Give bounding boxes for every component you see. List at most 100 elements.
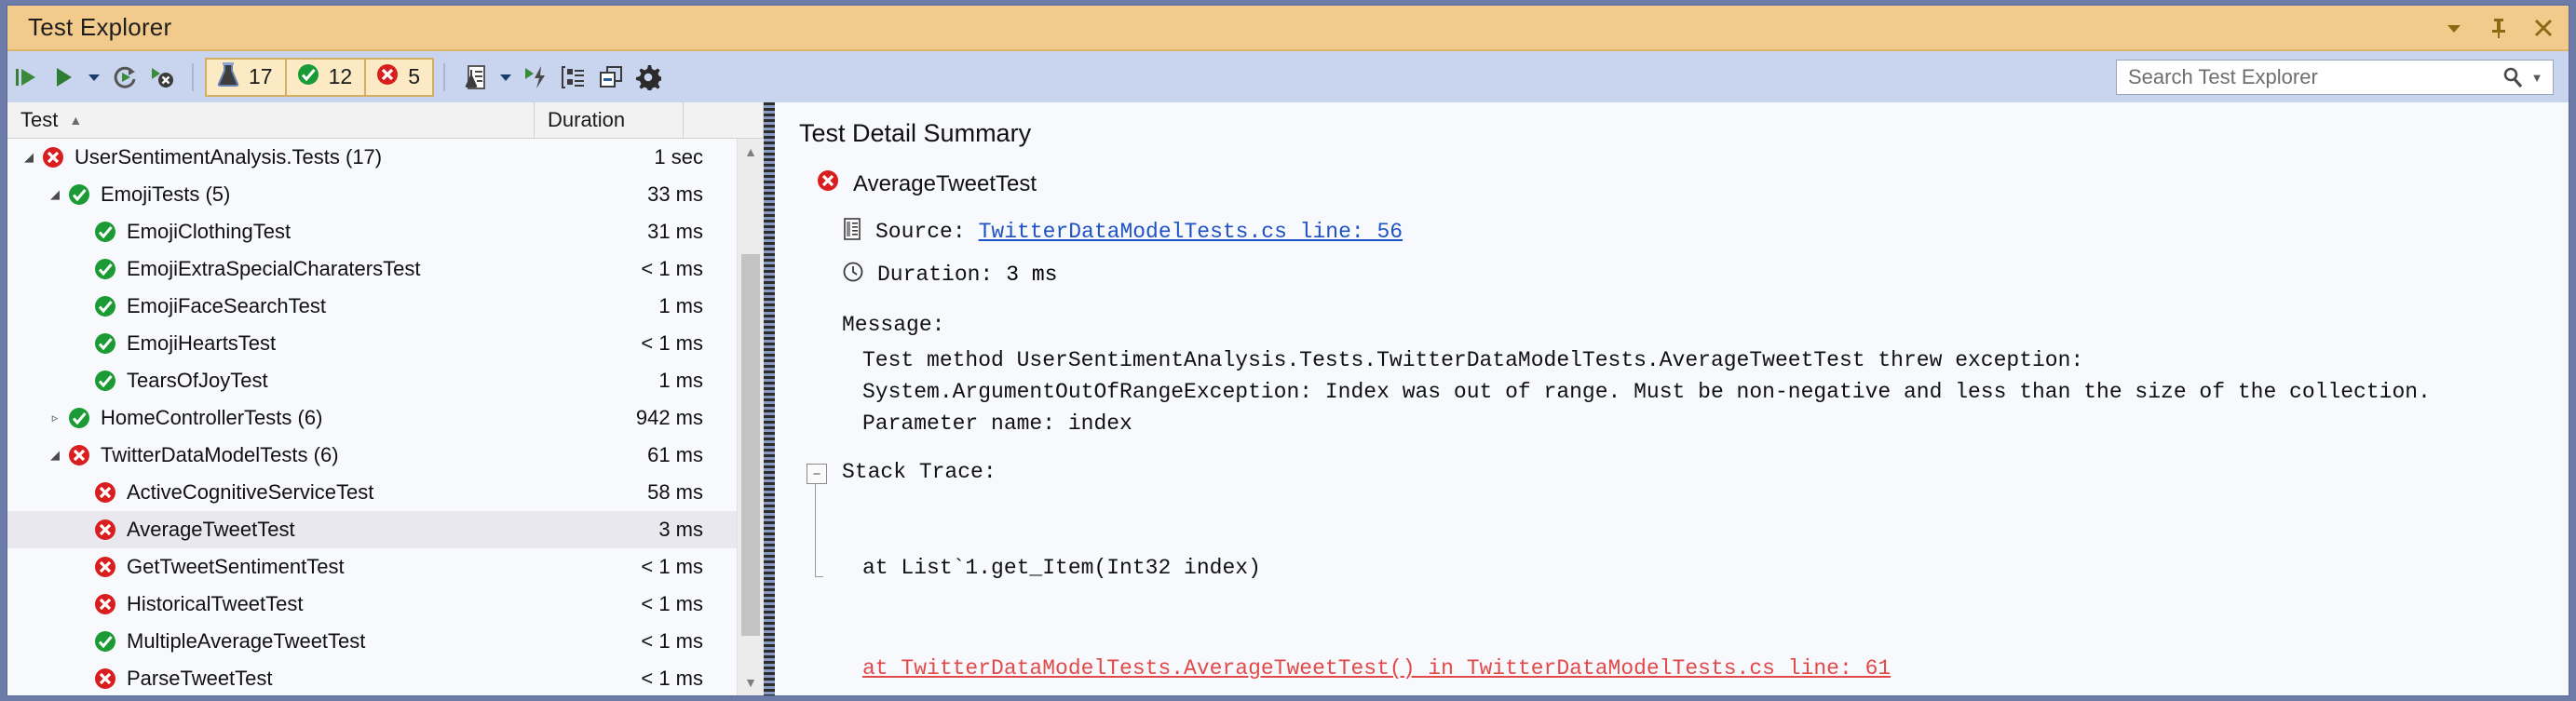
test-counters: 17 12 5 (205, 57, 434, 97)
run-dropdown-icon[interactable] (82, 59, 106, 96)
table-row[interactable]: AverageTweetTest 3 ms (7, 511, 737, 548)
table-row[interactable]: ActiveCognitiveServiceTest 58 ms (7, 474, 737, 511)
table-row[interactable]: ◢ TwitterDataModelTests (6) 61 ms (7, 437, 737, 474)
test-duration: < 1 ms (641, 331, 703, 355)
playlist-dropdown-icon[interactable] (494, 59, 518, 96)
test-tree[interactable]: ◢ UserSentimentAnalysis.Tests (17) 1 sec ◢ E… (7, 139, 737, 695)
test-rows-area: ◢ UserSentimentAnalysis.Tests (17) 1 sec ◢ E… (7, 139, 764, 695)
table-row[interactable]: HistoricalTweetTest < 1 ms (7, 586, 737, 623)
counter-failed[interactable]: 5 (364, 57, 434, 97)
collapsed-chevron-icon[interactable]: ▹ (45, 411, 65, 425)
search-icon[interactable] (2499, 66, 2527, 88)
test-name: AverageTweetTest (127, 518, 295, 541)
test-name: EmojiHeartsTest (127, 331, 277, 355)
test-list-pane: Test ▲ Duration ◢ UserSentimentAnalysis.T… (7, 102, 764, 695)
search-box[interactable]: ▼ (2116, 60, 2554, 95)
collapse-toggle-icon[interactable]: − (807, 464, 827, 484)
collapse-guide-foot (815, 576, 823, 577)
table-row[interactable]: EmojiClothingTest 31 ms (7, 213, 737, 250)
test-name: HistoricalTweetTest (127, 592, 304, 615)
detail-message-label: Message: (842, 313, 945, 337)
detail-stack-lines: at List`1.get_Item(Int32 index) at Twitt… (862, 484, 2569, 695)
check-circle-icon (91, 369, 119, 393)
group-by-icon[interactable] (555, 59, 592, 96)
error-circle-icon (375, 62, 400, 92)
main-content: Test ▲ Duration ◢ UserSentimentAnalysis.T… (7, 102, 2569, 695)
detail-duration-row: Duration: 3 ms (842, 261, 2569, 289)
counter-total[interactable]: 17 (205, 57, 287, 97)
table-row[interactable]: ParseTweetTest < 1 ms (7, 660, 737, 695)
chevron-down-icon[interactable] (2442, 16, 2466, 40)
window-layout-icon[interactable] (592, 59, 630, 96)
detail-stack-label: Stack Trace: (842, 460, 997, 484)
test-name: MultipleAverageTweetTest (127, 629, 366, 653)
title-bar-buttons (2442, 6, 2556, 49)
table-row[interactable]: TearsOfJoyTest 1 ms (7, 362, 737, 399)
run-failed-tests-icon[interactable] (143, 59, 181, 96)
check-circle-icon (296, 62, 320, 92)
table-row[interactable]: ◢ EmojiTests (5) 33 ms (7, 176, 737, 213)
table-row[interactable]: ◢ UserSentimentAnalysis.Tests (17) 1 sec (7, 139, 737, 176)
detail-test-name: AverageTweetTest (853, 170, 1037, 196)
table-row[interactable]: MultipleAverageTweetTest < 1 ms (7, 623, 737, 660)
test-name: EmojiExtraSpecialCharatersTest (127, 257, 421, 280)
test-list-scrollbar[interactable]: ▲ ▼ (737, 139, 764, 695)
scroll-thumb[interactable] (741, 254, 760, 636)
run-selected-tests-icon[interactable] (7, 59, 45, 96)
grid-header: Test ▲ Duration (7, 102, 764, 139)
detail-title: Test Detail Summary (799, 119, 1032, 147)
error-circle-icon (91, 480, 119, 505)
run-after-build-icon[interactable] (518, 59, 555, 96)
counter-failed-value: 5 (408, 64, 420, 88)
test-duration: < 1 ms (641, 592, 703, 615)
counter-passed[interactable]: 12 (284, 57, 367, 97)
expanded-chevron-icon[interactable]: ◢ (45, 187, 65, 202)
pane-splitter[interactable] (764, 102, 775, 695)
test-duration: 1 sec (654, 145, 703, 169)
test-name: TearsOfJoyTest (127, 369, 268, 392)
search-dropdown-icon[interactable]: ▼ (2527, 71, 2553, 85)
error-circle-icon (91, 555, 119, 579)
table-row[interactable]: EmojiExtraSpecialCharatersTest < 1 ms (7, 250, 737, 288)
table-row[interactable]: EmojiFaceSearchTest 1 ms (7, 288, 737, 325)
test-name: UserSentimentAnalysis.Tests (17) (75, 145, 383, 169)
check-circle-icon (91, 331, 119, 356)
sort-ascending-icon: ▲ (69, 113, 83, 128)
test-duration: 3 ms (658, 518, 703, 541)
column-header-test[interactable]: Test ▲ (7, 102, 535, 138)
test-name: EmojiClothingTest (127, 220, 291, 243)
column-header-duration[interactable]: Duration (535, 102, 684, 138)
toolbar-options-group (456, 59, 667, 96)
playlist-icon[interactable] (456, 59, 494, 96)
stack-line-link[interactable]: at TwitterDataModelTests.AverageTweetTes… (862, 652, 2569, 685)
scroll-track[interactable] (738, 165, 764, 669)
source-file-icon (842, 218, 862, 246)
table-row[interactable]: EmojiHeartsTest < 1 ms (7, 325, 737, 362)
stack-line-plain: at List`1.get_Item(Int32 index) (862, 556, 1261, 580)
detail-duration-value: 3 ms (1006, 263, 1058, 287)
error-circle-icon (65, 443, 93, 467)
detail-duration-label: Duration: (877, 263, 994, 287)
column-header-test-label: Test (20, 108, 59, 131)
toolbar-divider (192, 62, 194, 91)
pin-icon[interactable] (2487, 16, 2511, 40)
detail-source-label: Source: (875, 220, 966, 244)
run-all-tests-icon[interactable] (45, 59, 82, 96)
test-duration: < 1 ms (641, 629, 703, 653)
table-row[interactable]: ▹ HomeControllerTests (6) 942 ms (7, 399, 737, 437)
scroll-down-icon[interactable]: ▼ (738, 669, 764, 695)
expanded-chevron-icon[interactable]: ◢ (45, 448, 65, 463)
toolbar: 17 12 5 Search Test Explorer ▼ (7, 49, 2569, 102)
table-row[interactable]: GetTweetSentimentTest < 1 ms (7, 548, 737, 586)
test-name: ParseTweetTest (127, 667, 273, 690)
column-header-duration-label: Duration (548, 108, 626, 131)
scroll-up-icon[interactable]: ▲ (738, 139, 764, 165)
close-icon[interactable] (2531, 16, 2556, 40)
detail-source-link[interactable]: TwitterDataModelTests.cs line: 56 (979, 220, 1403, 244)
gear-icon[interactable] (630, 59, 667, 96)
check-circle-icon (91, 294, 119, 318)
expanded-chevron-icon[interactable]: ◢ (19, 150, 39, 165)
repeat-last-run-icon[interactable] (106, 59, 143, 96)
error-circle-icon (39, 145, 67, 169)
search-input[interactable] (2117, 65, 2499, 89)
